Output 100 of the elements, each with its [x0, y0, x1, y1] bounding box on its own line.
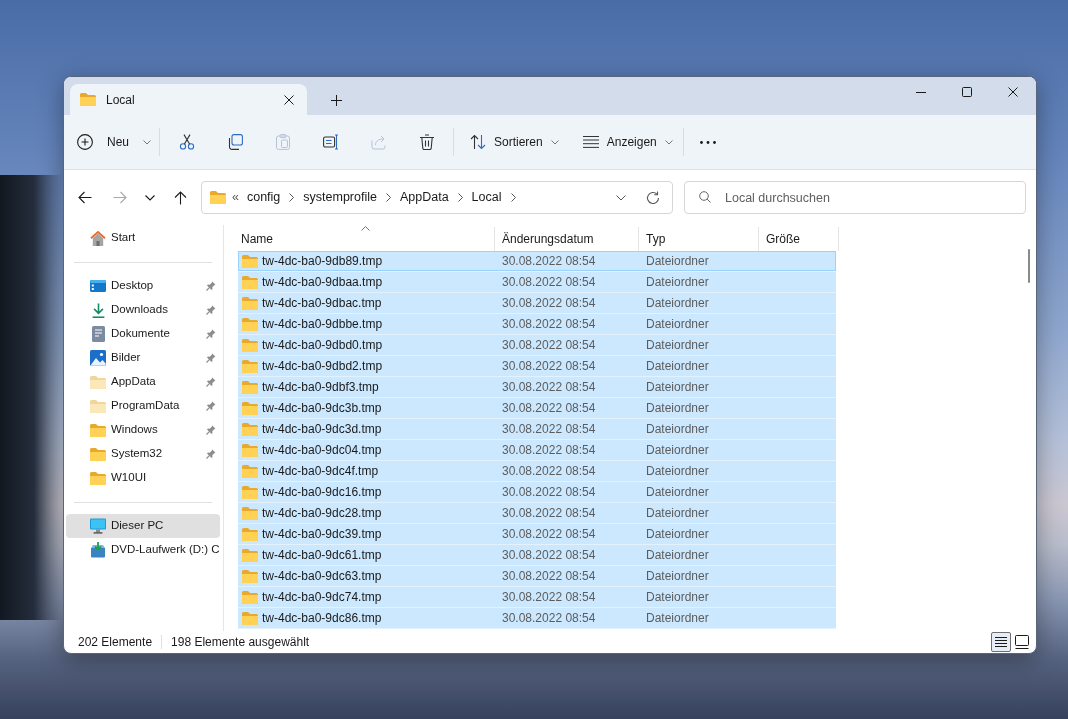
sidebar-item[interactable]: Start [66, 226, 220, 250]
sidebar-item[interactable]: Dieser PC [66, 514, 220, 538]
file-row[interactable]: tw-4dc-ba0-9dc16.tmp 30.08.2022 08:54 Dateiordner [238, 482, 836, 503]
modified-date: 30.08.2022 08:54 [501, 547, 597, 564]
plus-circle-icon [77, 134, 93, 150]
pin-icon [206, 401, 216, 411]
file-name: tw-4dc-ba0-9dc04.tmp [262, 442, 382, 459]
scrollbar-thumb[interactable] [1028, 249, 1030, 283]
sort-arrows-icon [470, 134, 486, 150]
chevron-right-icon [510, 193, 516, 202]
sidebar-item[interactable]: Bilder [66, 346, 220, 370]
file-type: Dateiordner [645, 484, 710, 501]
pin-icon [206, 305, 216, 315]
item-count: 202 Elemente [78, 634, 153, 651]
file-name: tw-4dc-ba0-9dbd2.tmp [262, 358, 383, 375]
file-type: Dateiordner [645, 463, 710, 480]
file-row[interactable]: tw-4dc-ba0-9dc74.tmp 30.08.2022 08:54 Dateiordner [238, 587, 836, 608]
caret-icon [550, 139, 559, 145]
file-name: tw-4dc-ba0-9dc86.tmp [262, 610, 382, 627]
file-name: tw-4dc-ba0-9dc61.tmp [262, 547, 382, 564]
folder-icon [242, 443, 258, 457]
file-row[interactable]: tw-4dc-ba0-9dc3d.tmp 30.08.2022 08:54 Dateiordner [238, 419, 836, 440]
sidebar-item[interactable]: ProgramData [66, 394, 220, 418]
modified-date: 30.08.2022 08:54 [501, 274, 597, 291]
lines-icon [582, 136, 599, 148]
file-row[interactable]: tw-4dc-ba0-9dc86.tmp 30.08.2022 08:54 Dateiordner [238, 608, 836, 629]
modified-date: 30.08.2022 08:54 [501, 610, 597, 627]
file-row[interactable]: tw-4dc-ba0-9dbac.tmp 30.08.2022 08:54 Dateiordner [238, 293, 836, 314]
sidebar-item[interactable]: Desktop [66, 274, 220, 298]
path-segment[interactable]: config [241, 185, 286, 210]
folder-icon [242, 338, 258, 352]
path-segment[interactable]: systemprofile [298, 185, 382, 210]
file-row[interactable]: tw-4dc-ba0-9dc39.tmp 30.08.2022 08:54 Dateiordner [238, 524, 836, 545]
folder-icon [242, 296, 258, 310]
file-type: Dateiordner [645, 505, 710, 522]
modified-date: 30.08.2022 08:54 [501, 589, 597, 606]
file-row[interactable]: tw-4dc-ba0-9dc61.tmp 30.08.2022 08:54 Dateiordner [238, 545, 836, 566]
chevron-right-icon [385, 193, 391, 202]
path-segment[interactable]: Local [466, 185, 507, 210]
folder-icon [242, 569, 258, 583]
file-row[interactable]: tw-4dc-ba0-9dbf3.tmp 30.08.2022 08:54 Dateiordner [238, 377, 836, 398]
plus-icon [330, 94, 342, 106]
file-name: tw-4dc-ba0-9dc3b.tmp [262, 400, 382, 417]
folder-icon [80, 93, 96, 106]
sidebar-item[interactable]: Windows [66, 418, 220, 442]
folder-icon [242, 401, 258, 415]
file-row[interactable]: tw-4dc-ba0-9dc28.tmp 30.08.2022 08:54 Dateiordner [238, 503, 836, 524]
tiles-icon [1015, 635, 1029, 649]
folder-icon [242, 275, 258, 289]
sidebar-item[interactable]: Downloads [66, 298, 220, 322]
file-row[interactable]: tw-4dc-ba0-9dbd2.tmp 30.08.2022 08:54 Dateiordner [238, 356, 836, 377]
folder-icon [242, 317, 258, 331]
file-row[interactable]: tw-4dc-ba0-9dc3b.tmp 30.08.2022 08:54 Dateiordner [238, 398, 836, 419]
modified-date: 30.08.2022 08:54 [501, 400, 597, 417]
file-row[interactable]: tw-4dc-ba0-9dc4f.tmp 30.08.2022 08:54 Dateiordner [238, 461, 836, 482]
pin-icon [206, 377, 216, 387]
folder-tab[interactable]: Local [70, 84, 307, 115]
folder-icon [242, 506, 258, 520]
new-button[interactable]: Neu [69, 124, 159, 160]
modified-date: 30.08.2022 08:54 [501, 295, 597, 312]
drive-icon [90, 542, 106, 558]
details-view-button[interactable] [991, 632, 1011, 652]
sidebar-item[interactable]: AppData [66, 370, 220, 394]
file-row[interactable]: tw-4dc-ba0-9dc63.tmp 30.08.2022 08:54 Dateiordner [238, 566, 836, 587]
file-row[interactable]: tw-4dc-ba0-9dbbe.tmp 30.08.2022 08:54 Dateiordner [238, 314, 836, 335]
file-type: Dateiordner [645, 526, 710, 543]
file-row[interactable]: tw-4dc-ba0-9dbaa.tmp 30.08.2022 08:54 Dateiordner [238, 272, 836, 293]
sidebar-item[interactable]: DVD-Laufwerk (D:) C [66, 538, 220, 562]
chevron-down-icon [145, 194, 155, 201]
path-segment[interactable]: AppData [394, 185, 454, 210]
pin-icon [206, 353, 216, 363]
close-icon [284, 94, 294, 105]
file-type: Dateiordner [645, 610, 710, 627]
up-arrow-icon [173, 190, 187, 205]
modified-date: 30.08.2022 08:54 [501, 421, 597, 438]
file-type: Dateiordner [645, 589, 710, 606]
file-name: tw-4dc-ba0-9dbd0.tmp [262, 337, 383, 354]
tiles-view-button[interactable] [1012, 632, 1032, 652]
file-row[interactable]: tw-4dc-ba0-9dc04.tmp 30.08.2022 08:54 Dateiordner [238, 440, 836, 461]
file-name: tw-4dc-ba0-9dbac.tmp [262, 295, 382, 312]
file-name: tw-4dc-ba0-9dc74.tmp [262, 589, 382, 606]
chevron-right-icon [289, 193, 295, 202]
sidebar-item[interactable]: W10UI [66, 466, 220, 490]
file-row[interactable]: tw-4dc-ba0-9db89.tmp 30.08.2022 08:54 Dateiordner [238, 251, 836, 272]
sidebar-item[interactable]: Dokumente [66, 322, 220, 346]
pin-icon [206, 425, 216, 435]
sort-button[interactable]: Sortieren [462, 124, 567, 160]
file-name: tw-4dc-ba0-9dc39.tmp [262, 526, 382, 543]
address-bar[interactable]: « config systemprofile AppData Local [201, 181, 673, 214]
minimize-icon [916, 91, 926, 93]
file-name: tw-4dc-ba0-9dbf3.tmp [262, 379, 379, 396]
view-button[interactable]: Anzeigen [574, 124, 681, 160]
file-type: Dateiordner [645, 568, 710, 585]
file-row[interactable]: tw-4dc-ba0-9dbd0.tmp 30.08.2022 08:54 Dateiordner [238, 335, 836, 356]
modified-date: 30.08.2022 08:54 [501, 358, 597, 375]
search-field[interactable]: Local durchsuchen [684, 181, 1026, 214]
path-overflow-button[interactable]: « [228, 185, 242, 210]
sidebar-item[interactable]: System32 [66, 442, 220, 466]
pin-icon [206, 449, 216, 459]
chevron-down-icon [616, 194, 626, 201]
